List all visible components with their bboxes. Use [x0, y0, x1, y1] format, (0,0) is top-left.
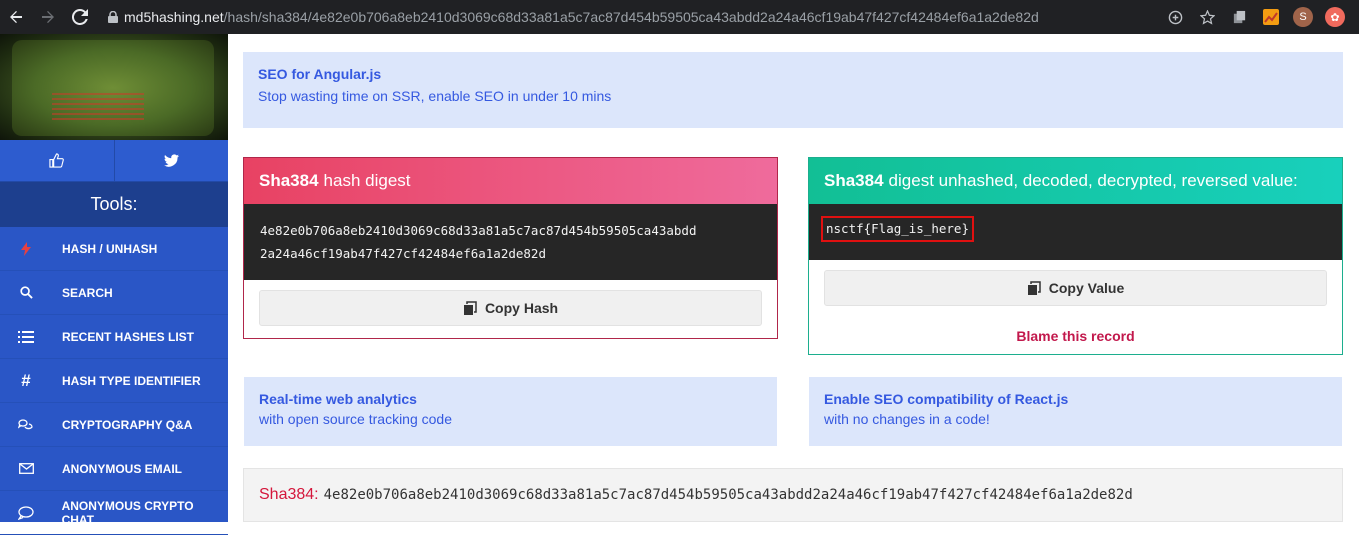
sidebar-item-label: ANONYMOUS EMAIL — [62, 461, 182, 476]
ad-subtitle[interactable]: with open source tracking code — [259, 411, 762, 427]
header-text: hash digest — [323, 171, 411, 190]
sidebar-item-cryptography-qa[interactable]: CRYPTOGRAPHY Q&A — [0, 403, 228, 447]
sidebar-item-label: HASH TYPE IDENTIFIER — [62, 373, 201, 388]
list-icon — [0, 330, 52, 343]
hashtag-icon: # — [21, 370, 31, 390]
ad-subtitle[interactable]: Stop wasting time on SSR, enable SEO in … — [258, 88, 1328, 104]
site-logo-image[interactable] — [0, 34, 228, 140]
chat-bubbles-icon — [0, 418, 52, 432]
reload-button[interactable] — [64, 0, 96, 34]
sidebar-item-label: RECENT HASHES LIST — [62, 329, 195, 344]
hash-line-2: 2a24a46cf19ab47f427cf42484ef6a1a2de82d — [260, 246, 546, 261]
unhashed-value-header: Sha384 digest unhashed, decoded, decrypte… — [809, 158, 1342, 204]
ad-banner-top[interactable]: SEO for Angular.js Stop wasting time on … — [243, 52, 1343, 128]
url-path: /hash/sha384/4e82e0b706a8eb2410d3069c68d… — [223, 9, 1039, 25]
copy-value-button[interactable]: Copy Value — [824, 270, 1327, 306]
profile-avatar[interactable]: S — [1287, 0, 1319, 34]
star-icon[interactable] — [1191, 0, 1223, 34]
copy-icon — [463, 300, 477, 315]
lock-icon — [102, 11, 124, 23]
sidebar-item-hash-unhash[interactable]: HASH / UNHASH — [0, 227, 228, 271]
address-bar[interactable]: md5hashing.net/hash/sha384/4e82e0b706a8e… — [102, 0, 1159, 34]
hash-digest-card: Sha384 hash digest 4e82e0b706a8eb2410d306… — [243, 157, 778, 339]
blame-record-link[interactable]: Blame this record — [809, 328, 1342, 344]
hash-summary-value: 4e82e0b706a8eb2410d3069c68d33a81a5c7ac87… — [323, 487, 1133, 503]
extension-red-icon[interactable]: ✿ — [1319, 0, 1351, 34]
sidebar-item-anonymous-email[interactable]: ANONYMOUS EMAIL — [0, 447, 228, 491]
hash-digest-code: 4e82e0b706a8eb2410d3069c68d33a81a5c7ac87… — [244, 204, 777, 280]
copy-icon — [1027, 280, 1041, 295]
back-button[interactable] — [0, 0, 32, 34]
extension-chart-icon[interactable] — [1255, 0, 1287, 34]
ad-banner-right[interactable]: Enable SEO compatibility of React.js wit… — [809, 377, 1342, 446]
url-text: md5hashing.net/hash/sha384/4e82e0b706a8e… — [124, 9, 1039, 25]
twitter-icon — [163, 154, 179, 167]
reload-icon — [72, 9, 88, 25]
sidebar-item-label: HASH / UNHASH — [62, 241, 158, 256]
extension-copy-icon[interactable] — [1223, 0, 1255, 34]
twitter-button[interactable] — [113, 140, 229, 181]
social-buttons — [0, 140, 228, 182]
ad-title[interactable]: Real-time web analytics — [259, 391, 762, 407]
speech-bubble-icon — [0, 505, 52, 520]
hash-digest-header: Sha384 hash digest — [244, 158, 777, 204]
arrow-right-icon — [42, 11, 54, 23]
copy-hash-label: Copy Hash — [484, 300, 559, 316]
avatar-letter: S — [1293, 7, 1313, 27]
ad-title[interactable]: SEO for Angular.js — [258, 66, 1328, 82]
tools-title: Tools: — [0, 182, 228, 227]
envelope-icon — [0, 463, 52, 474]
copy-hash-button[interactable]: Copy Hash — [259, 290, 762, 326]
sidebar-item-label: ANONYMOUS CRYPTO CHAT — [61, 498, 194, 527]
like-button[interactable] — [0, 140, 114, 181]
browser-actions: S ✿ — [1159, 0, 1351, 34]
sidebar-item-hash-type-identifier[interactable]: # HASH TYPE IDENTIFIER — [0, 359, 228, 403]
copy-value-label: Copy Value — [1048, 280, 1125, 296]
hash-summary-line: Sha384: 4e82e0b706a8eb2410d3069c68d33a81… — [243, 468, 1343, 522]
unhashed-value-code: nsctf{Flag_is_here} — [809, 204, 1342, 260]
sidebar-item-anonymous-crypto-chat[interactable]: ANONYMOUS CRYPTO CHAT — [0, 491, 228, 535]
unhashed-value: nsctf{Flag_is_here} — [821, 216, 974, 242]
ad-subtitle[interactable]: with no changes in a code! — [824, 411, 1327, 427]
sidebar: Tools: HASH / UNHASH SEARCH RECENT HASHE… — [0, 34, 228, 535]
arrow-left-icon — [10, 11, 22, 23]
hash-summary-label: Sha384: — [259, 486, 319, 503]
search-icon — [0, 286, 52, 299]
algo-name: Sha384 — [259, 171, 319, 190]
thumbs-up-icon — [49, 153, 65, 168]
sidebar-item-label: CRYPTOGRAPHY Q&A — [62, 417, 193, 432]
zoom-icon[interactable] — [1159, 0, 1191, 34]
sidebar-item-recent-hashes[interactable]: RECENT HASHES LIST — [0, 315, 228, 359]
ad-banner-left[interactable]: Real-time web analytics with open source… — [244, 377, 777, 446]
forward-button[interactable] — [32, 0, 64, 34]
sidebar-item-label: SEARCH — [62, 285, 113, 300]
url-host: md5hashing.net — [124, 9, 224, 25]
unhashed-value-card: Sha384 digest unhashed, decoded, decrypte… — [808, 157, 1343, 355]
header-text: digest unhashed, decoded, decrypted, rev… — [888, 171, 1298, 190]
main-content: SEO for Angular.js Stop wasting time on … — [228, 34, 1359, 522]
hash-line-1: 4e82e0b706a8eb2410d3069c68d33a81a5c7ac87… — [260, 223, 697, 238]
browser-toolbar: md5hashing.net/hash/sha384/4e82e0b706a8e… — [0, 0, 1359, 34]
sidebar-item-search[interactable]: SEARCH — [0, 271, 228, 315]
algo-name: Sha384 — [824, 171, 884, 190]
lightning-icon — [0, 241, 52, 256]
ad-title[interactable]: Enable SEO compatibility of React.js — [824, 391, 1327, 407]
